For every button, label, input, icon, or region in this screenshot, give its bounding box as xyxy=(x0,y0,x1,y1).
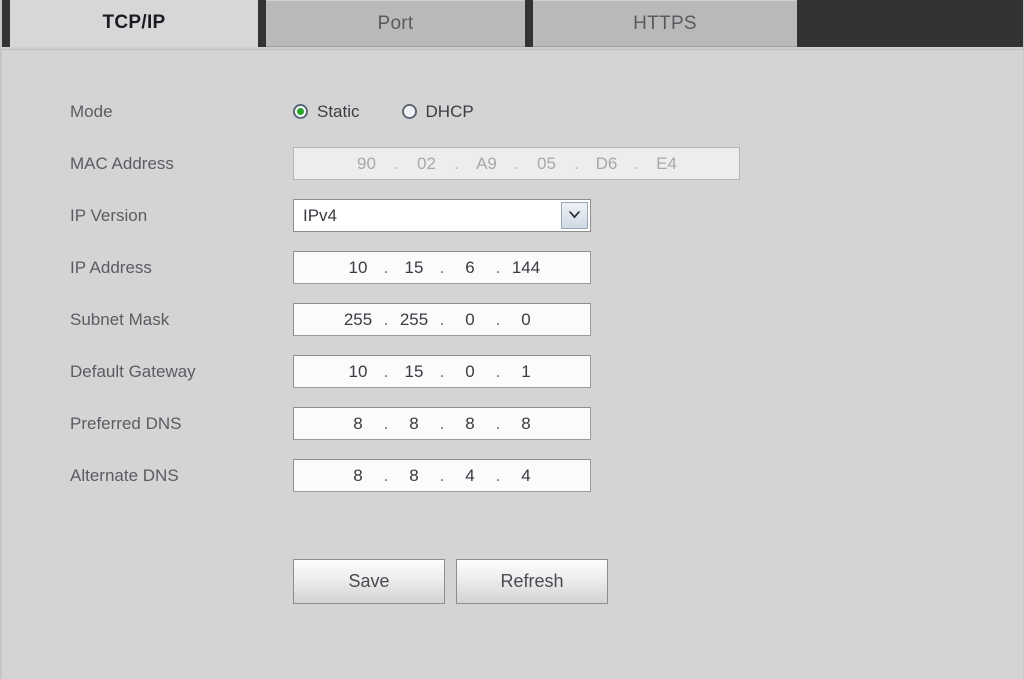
default-gateway-octet-4[interactable]: 1 xyxy=(509,362,543,382)
row-mode: Mode Static DHCP xyxy=(70,95,516,128)
ip-address-field[interactable]: 10 . 15 . 6 . 144 xyxy=(293,251,591,284)
ip-address-separator-1: . xyxy=(383,257,389,277)
preferred-dns-separator-2: . xyxy=(439,413,445,433)
mode-radio-group: Static DHCP xyxy=(293,102,516,122)
mac-octet-1: 90 xyxy=(357,153,376,173)
mac-octet-3: A9 xyxy=(476,153,497,173)
default-gateway-separator-2: . xyxy=(439,361,445,381)
ip-address-octet-3[interactable]: 6 xyxy=(453,258,487,278)
tcpip-settings-page: TCP/IP Port HTTPS Mode Static DHCP MAC A… xyxy=(0,0,1024,679)
preferred-dns-octet-3[interactable]: 8 xyxy=(453,414,487,434)
alternate-dns-octet-2[interactable]: 8 xyxy=(397,466,431,486)
radio-static-label: Static xyxy=(317,101,360,121)
mac-octet-2: 02 xyxy=(417,153,436,173)
label-ip-version: IP Version xyxy=(70,205,148,225)
label-preferred-dns: Preferred DNS xyxy=(70,413,182,433)
alternate-dns-octet-3[interactable]: 4 xyxy=(453,466,487,486)
tab-bar: TCP/IP Port HTTPS xyxy=(2,0,1023,48)
subnet-mask-separator-3: . xyxy=(495,309,501,329)
preferred-dns-field[interactable]: 8 . 8 . 8 . 8 xyxy=(293,407,591,440)
radio-option-dhcp[interactable]: DHCP xyxy=(401,101,474,122)
subnet-mask-field[interactable]: 255 . 255 . 0 . 0 xyxy=(293,303,591,336)
subnet-mask-octet-4[interactable]: 0 xyxy=(509,310,543,330)
mac-separator-1: . xyxy=(394,153,399,173)
ip-address-separator-3: . xyxy=(495,257,501,277)
preferred-dns-octet-4[interactable]: 8 xyxy=(509,414,543,434)
subnet-mask-octet-3[interactable]: 0 xyxy=(453,310,487,330)
mac-separator-4: . xyxy=(574,153,579,173)
subnet-mask-octet-2[interactable]: 255 xyxy=(397,310,431,330)
tab-port[interactable]: Port xyxy=(266,0,525,47)
row-ip-address: IP Address 10 . 15 . 6 . 144 xyxy=(70,251,591,284)
radio-static-icon[interactable] xyxy=(293,104,308,119)
mac-separator-2: . xyxy=(454,153,459,173)
ip-address-separator-2: . xyxy=(439,257,445,277)
tab-tcpip[interactable]: TCP/IP xyxy=(10,0,258,47)
refresh-button-label: Refresh xyxy=(500,571,564,591)
ip-version-value: IPv4 xyxy=(303,205,338,225)
tab-https-label: HTTPS xyxy=(633,12,697,34)
subnet-mask-separator-2: . xyxy=(439,309,445,329)
tab-divider-1 xyxy=(258,0,266,47)
refresh-button[interactable]: Refresh xyxy=(456,559,608,604)
label-subnet-mask: Subnet Mask xyxy=(70,309,170,329)
row-ip-version: IP Version IPv4 xyxy=(70,199,591,232)
row-default-gateway: Default Gateway 10 . 15 . 0 . 1 xyxy=(70,355,591,388)
radio-dhcp-label: DHCP xyxy=(425,101,474,121)
tab-port-label: Port xyxy=(377,12,414,34)
row-subnet-mask: Subnet Mask 255 . 255 . 0 . 0 xyxy=(70,303,591,336)
save-button-label: Save xyxy=(348,571,390,591)
label-alternate-dns: Alternate DNS xyxy=(70,465,179,485)
default-gateway-octet-2[interactable]: 15 xyxy=(397,362,431,382)
alternate-dns-octet-4[interactable]: 4 xyxy=(509,466,543,486)
default-gateway-field[interactable]: 10 . 15 . 0 . 1 xyxy=(293,355,591,388)
mac-octet-6: E4 xyxy=(656,153,677,173)
label-mode: Mode xyxy=(70,101,113,121)
alternate-dns-field[interactable]: 8 . 8 . 4 . 4 xyxy=(293,459,591,492)
subnet-mask-octet-1[interactable]: 255 xyxy=(341,310,375,330)
alternate-dns-separator-3: . xyxy=(495,465,501,485)
alternate-dns-separator-1: . xyxy=(383,465,389,485)
ip-address-octet-2[interactable]: 15 xyxy=(397,258,431,278)
preferred-dns-separator-1: . xyxy=(383,413,389,433)
save-button[interactable]: Save xyxy=(293,559,445,604)
tab-divider-2 xyxy=(525,0,533,47)
mac-octet-5: D6 xyxy=(595,153,618,173)
label-default-gateway: Default Gateway xyxy=(70,361,196,381)
row-alternate-dns: Alternate DNS 8 . 8 . 4 . 4 xyxy=(70,459,591,492)
mac-separator-3: . xyxy=(514,153,519,173)
row-preferred-dns: Preferred DNS 8 . 8 . 8 . 8 xyxy=(70,407,591,440)
row-mac-address: MAC Address 90 . 02 . A9 . 05 . D6 . E4 xyxy=(70,147,740,180)
subnet-mask-separator-1: . xyxy=(383,309,389,329)
mac-separator-5: . xyxy=(634,153,639,173)
preferred-dns-separator-3: . xyxy=(495,413,501,433)
mac-octet-4: 05 xyxy=(537,153,556,173)
ip-address-octet-4[interactable]: 144 xyxy=(509,258,543,278)
label-mac-address: MAC Address xyxy=(70,153,174,173)
alternate-dns-separator-2: . xyxy=(439,465,445,485)
alternate-dns-octet-1[interactable]: 8 xyxy=(341,466,375,486)
preferred-dns-octet-1[interactable]: 8 xyxy=(341,414,375,434)
ip-address-octet-1[interactable]: 10 xyxy=(341,258,375,278)
chevron-down-icon[interactable] xyxy=(561,202,588,229)
label-ip-address: IP Address xyxy=(70,257,152,277)
default-gateway-separator-1: . xyxy=(383,361,389,381)
ip-version-select[interactable]: IPv4 xyxy=(293,199,591,232)
default-gateway-octet-3[interactable]: 0 xyxy=(453,362,487,382)
tab-https[interactable]: HTTPS xyxy=(533,0,797,47)
default-gateway-octet-1[interactable]: 10 xyxy=(341,362,375,382)
settings-form: Mode Static DHCP MAC Address 90 . 02 . A… xyxy=(2,50,1023,679)
tab-tcpip-label: TCP/IP xyxy=(102,12,166,33)
default-gateway-separator-3: . xyxy=(495,361,501,381)
preferred-dns-octet-2[interactable]: 8 xyxy=(397,414,431,434)
mac-address-field: 90 . 02 . A9 . 05 . D6 . E4 xyxy=(293,147,740,180)
radio-dhcp-icon[interactable] xyxy=(401,104,417,119)
radio-option-static[interactable]: Static xyxy=(293,102,360,122)
